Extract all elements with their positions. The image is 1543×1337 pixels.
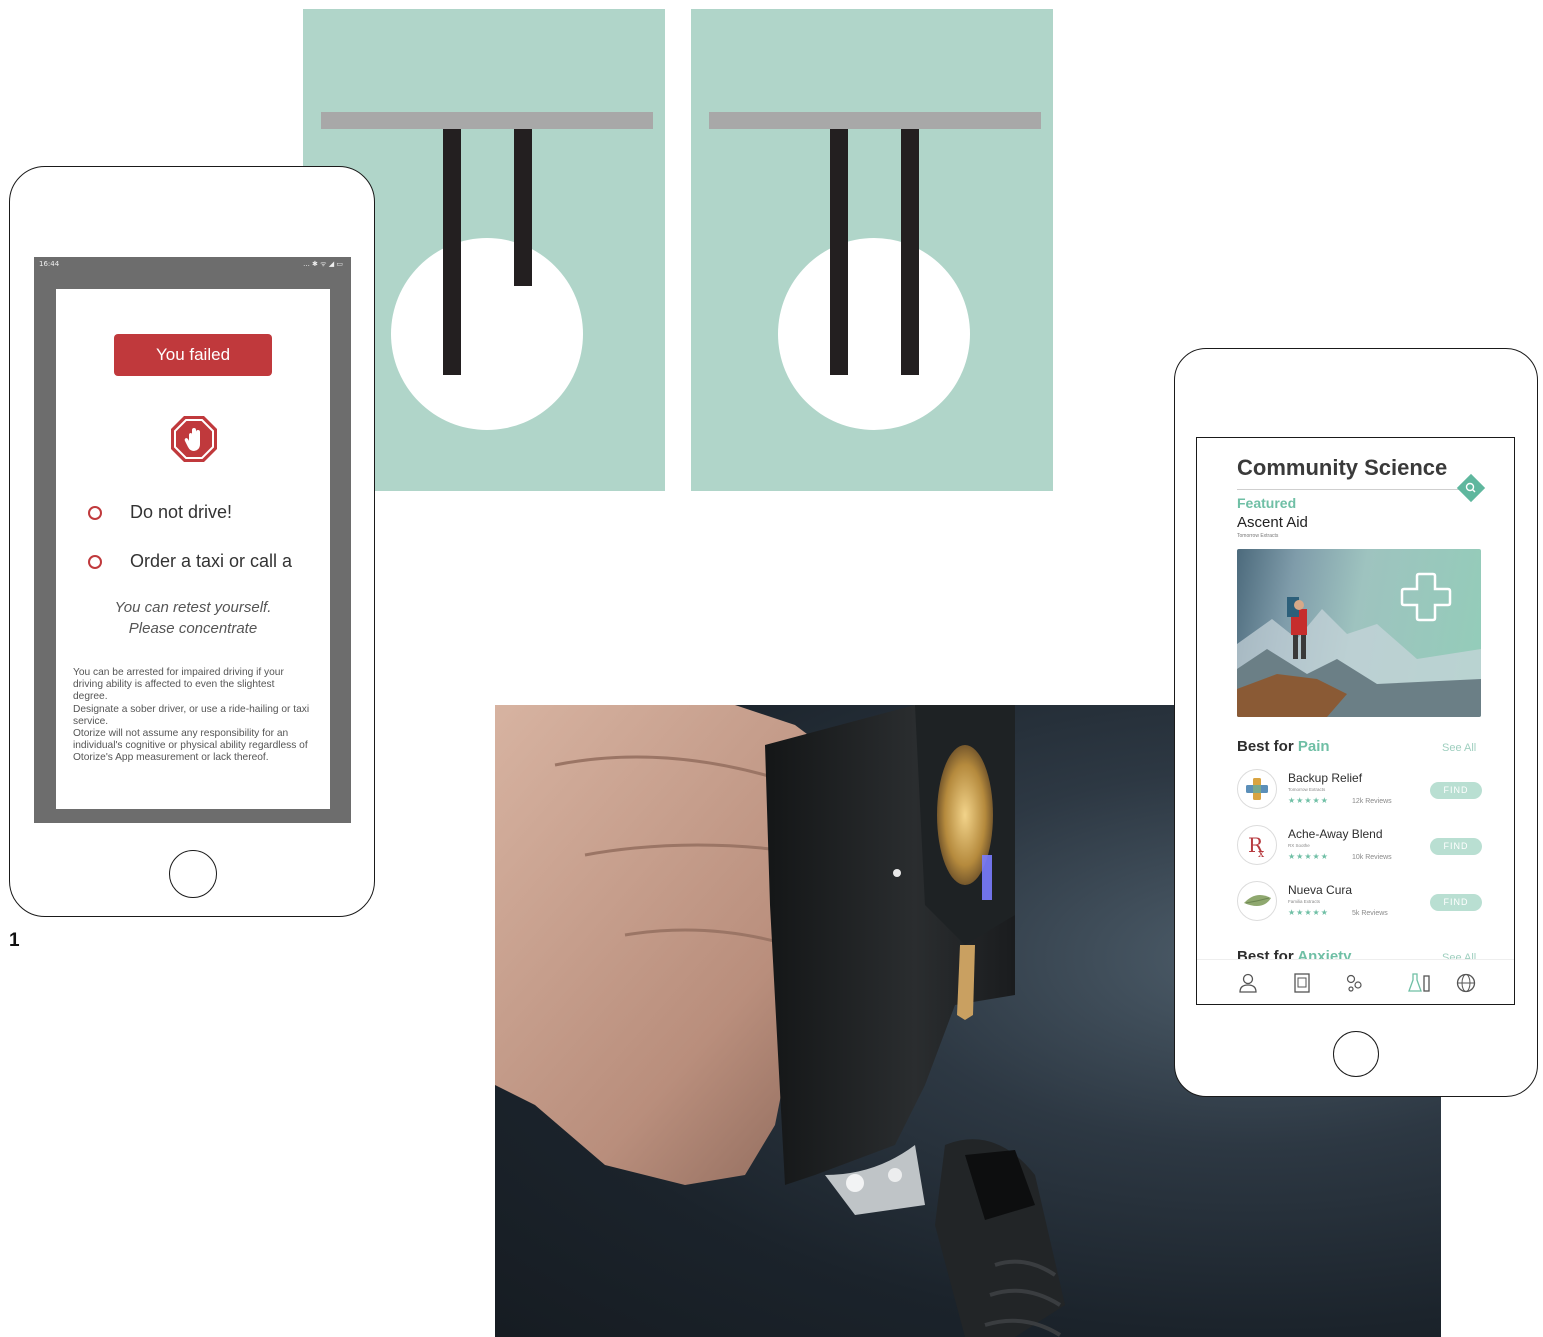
retest-line-2: Please concentrate [128, 620, 258, 637]
featured-label: Featured [1237, 495, 1297, 511]
horizontal-bar [321, 112, 653, 129]
find-button[interactable]: FIND [1430, 894, 1482, 911]
section-best-for-pain: Best for Pain [1237, 738, 1330, 755]
rod-long [830, 129, 848, 375]
title-divider [1237, 489, 1465, 490]
featured-title[interactable]: Ascent Aid [1237, 514, 1308, 531]
home-button-right[interactable] [1333, 1031, 1379, 1077]
phone-right-screen: Community Science Featured Ascent Aid To… [1196, 437, 1515, 1005]
cross-icon [1237, 769, 1277, 809]
rod-long-second [901, 129, 919, 375]
white-circle [391, 238, 583, 430]
product-rating: ★★★★★ [1288, 852, 1329, 861]
diagram-panel-right [691, 9, 1053, 491]
bottom-nav [1197, 959, 1514, 1004]
status-time: 16:44 [39, 260, 60, 268]
retest-line-1: You can retest yourself. [114, 599, 272, 616]
connections-icon[interactable] [1343, 972, 1365, 994]
product-rating: ★★★★★ [1288, 796, 1329, 805]
option-radio-1[interactable] [88, 506, 102, 520]
figure-label: 1 [9, 930, 20, 951]
search-icon[interactable] [1456, 473, 1486, 503]
stop-hand-icon [171, 416, 217, 462]
product-name[interactable]: Backup Relief [1288, 771, 1362, 785]
option-do-not-drive: Do not drive! [130, 502, 233, 522]
product-rating: ★★★★★ [1288, 908, 1329, 917]
user-icon[interactable] [1237, 972, 1259, 994]
legal-disclaimer: You can be arrested for impaired driving… [73, 667, 310, 764]
rod-short [514, 129, 532, 286]
product-reviews: 10k Reviews [1352, 854, 1392, 861]
leaf-icon [1237, 881, 1277, 921]
section-prefix: Best for [1237, 738, 1294, 755]
featured-brand: Tomorrow Extracts [1237, 533, 1279, 539]
product-brand: RX Soothe [1288, 843, 1310, 848]
result-card: You failed Do not drive! Order a taxi or… [56, 289, 330, 809]
white-circle [778, 238, 970, 430]
home-button-left[interactable] [169, 850, 217, 898]
option-order-taxi: Order a taxi or call a [130, 551, 293, 571]
status-bar: 16:44 ... ✱ ᯤ ◢ ▭ [34, 257, 351, 271]
status-icons: ... ✱ ᯤ ◢ ▭ [303, 260, 343, 268]
see-all-link[interactable]: See All [1442, 742, 1476, 754]
product-reviews: 12k Reviews [1352, 798, 1392, 805]
product-name[interactable]: Ache-Away Blend [1288, 827, 1383, 841]
document-icon[interactable] [1291, 972, 1313, 994]
phone-left-screen: 16:44 ... ✱ ᯤ ◢ ▭ You failed Do not driv… [34, 257, 351, 823]
globe-icon[interactable] [1455, 972, 1477, 994]
rod-long [443, 129, 461, 375]
product-name[interactable]: Nueva Cura [1288, 883, 1352, 897]
svg-text:x: x [1258, 847, 1265, 860]
option-radio-2[interactable] [88, 555, 102, 569]
lab-icon[interactable] [1407, 972, 1433, 994]
rx-icon: R x [1237, 825, 1277, 865]
featured-hero-image[interactable] [1237, 549, 1481, 717]
find-button[interactable]: FIND [1430, 838, 1482, 855]
horizontal-bar [709, 112, 1041, 129]
product-brand: Familia Extracts [1288, 899, 1321, 904]
you-failed-button[interactable]: You failed [114, 334, 272, 376]
app-title: Community Science [1237, 455, 1448, 480]
section-highlight: Pain [1297, 738, 1330, 755]
cross-outline-icon [1400, 572, 1452, 622]
find-button[interactable]: FIND [1430, 782, 1482, 799]
product-reviews: 5k Reviews [1352, 910, 1388, 917]
product-brand: Tomorrow Extracts [1288, 787, 1326, 792]
